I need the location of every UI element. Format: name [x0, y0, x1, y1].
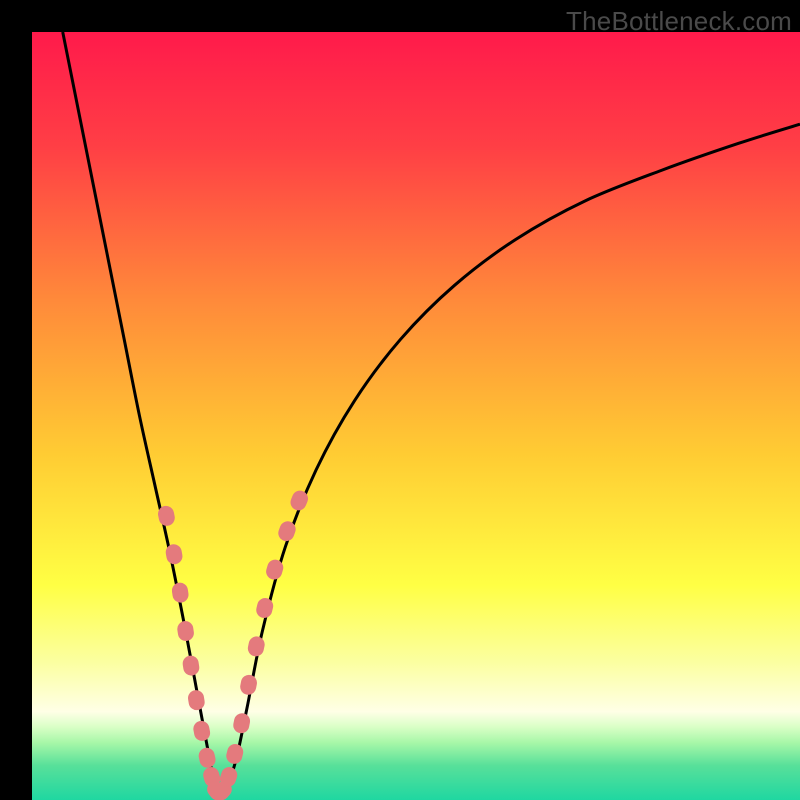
marker-group — [157, 488, 311, 800]
curve-marker — [232, 712, 252, 735]
curve-marker — [176, 620, 195, 642]
curve-layer — [32, 32, 800, 800]
curve-marker — [171, 582, 190, 604]
curve-marker — [225, 742, 245, 765]
plot-area — [32, 32, 800, 800]
chart-frame: TheBottleneck.com — [0, 0, 800, 800]
watermark-text: TheBottleneck.com — [566, 6, 792, 37]
curve-marker — [197, 746, 217, 769]
curve-marker — [246, 635, 266, 658]
bottleneck-curve — [63, 32, 800, 797]
curve-marker — [239, 673, 258, 696]
curve-marker — [182, 654, 201, 676]
curve-marker — [192, 720, 211, 743]
curve-marker — [187, 689, 206, 711]
curve-marker — [255, 596, 275, 619]
